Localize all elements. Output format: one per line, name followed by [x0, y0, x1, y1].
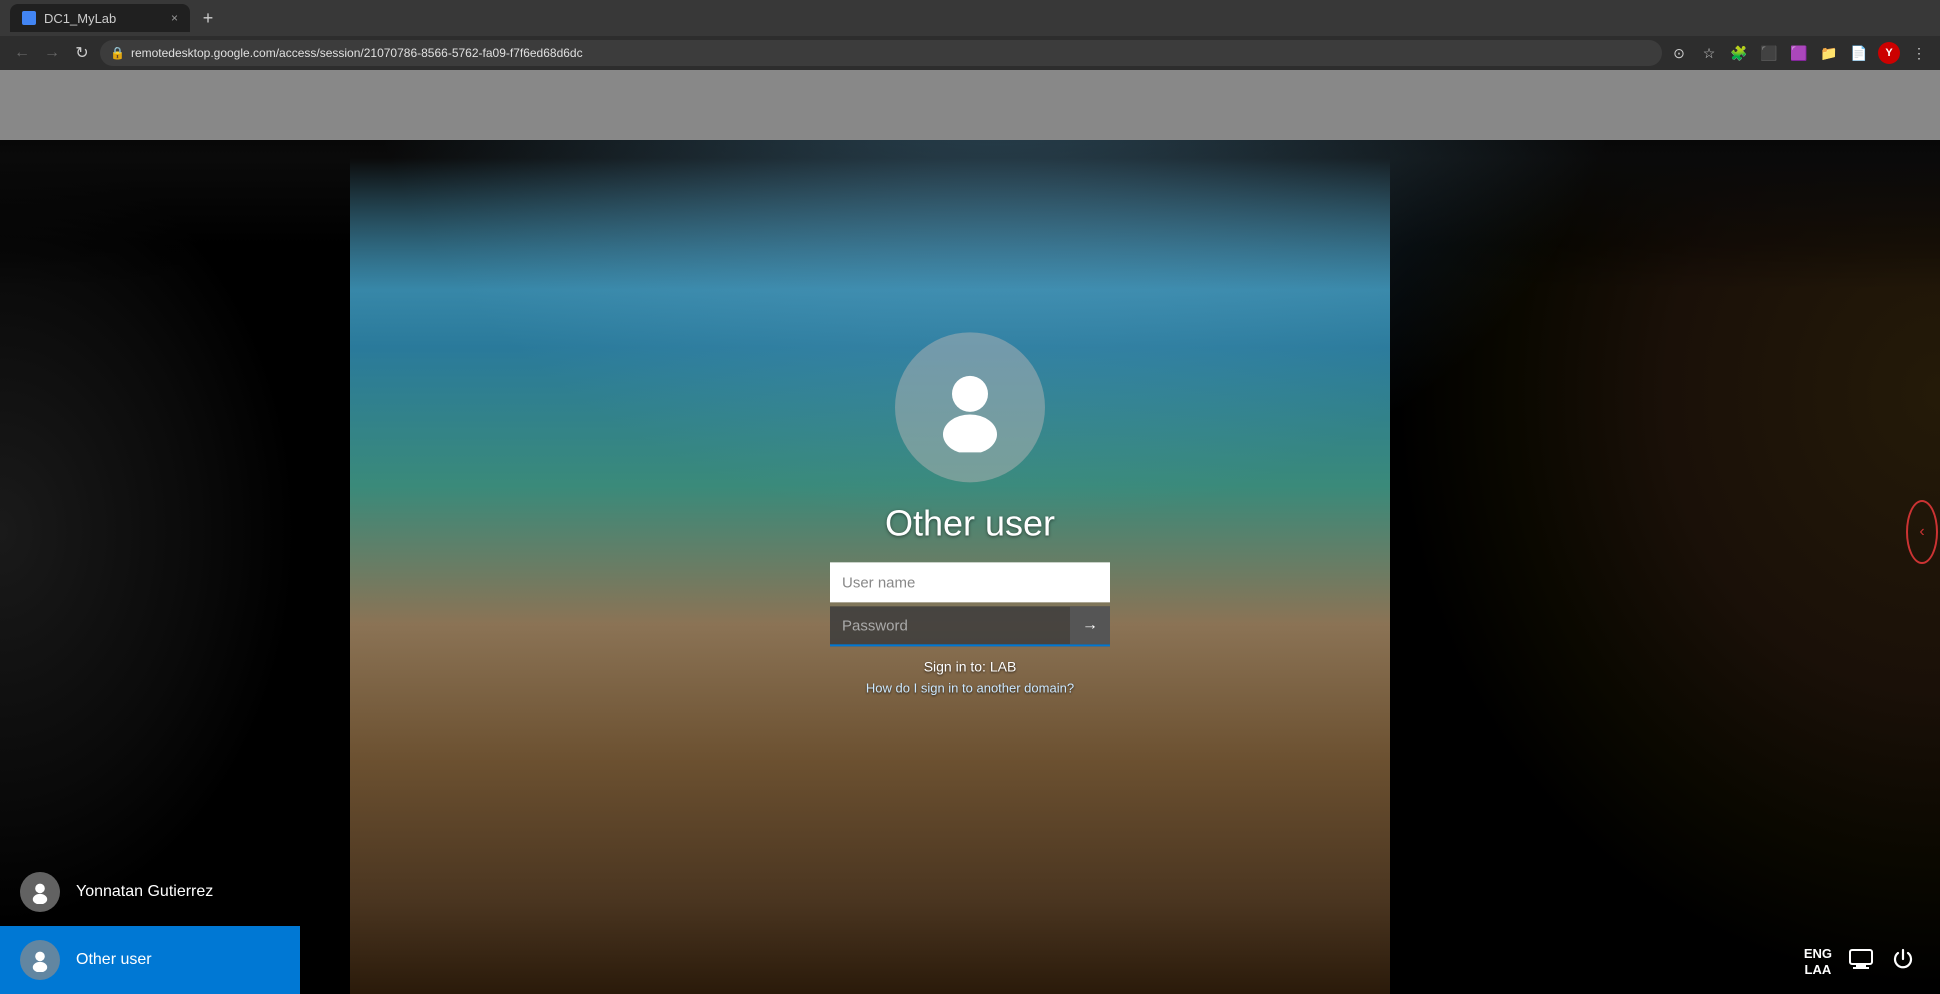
main-content: Other user → Sign in to: LAB How do I si…	[0, 70, 1940, 994]
sign-in-to-label: Sign in to: LAB	[924, 658, 1017, 674]
profile-avatar[interactable]: Y	[1878, 42, 1900, 64]
login-panel: Other user → Sign in to: LAB How do I si…	[810, 332, 1130, 695]
user-switcher: Yonnatan Gutierrez Other user	[0, 858, 300, 994]
forward-button[interactable]: →	[40, 41, 64, 65]
language-line2: LAA	[1805, 962, 1832, 978]
active-tab[interactable]: DC1_MyLab ×	[10, 4, 190, 32]
menu-icon[interactable]: ⋮	[1908, 42, 1930, 64]
user-item-other[interactable]: Other user	[0, 926, 300, 994]
username-input[interactable]	[830, 562, 1110, 602]
another-domain-link[interactable]: How do I sign in to another domain?	[866, 680, 1074, 695]
user-display-name: Other user	[885, 502, 1055, 544]
bookmark-icon[interactable]: ☆	[1698, 42, 1720, 64]
tab-title: DC1_MyLab	[44, 11, 116, 26]
browser-toolbar: ← → ↻ 🔒 remotedesktop.google.com/access/…	[0, 36, 1940, 70]
url-text: remotedesktop.google.com/access/session/…	[131, 46, 583, 60]
language-line1: ENG	[1804, 946, 1832, 962]
language-indicator[interactable]: ENG LAA	[1804, 946, 1832, 977]
remote-desktop-toolbar	[0, 70, 1940, 140]
address-bar[interactable]: 🔒 remotedesktop.google.com/access/sessio…	[100, 40, 1662, 66]
password-submit-button[interactable]: →	[1070, 606, 1110, 644]
back-button[interactable]: ←	[10, 41, 34, 65]
extension4-icon[interactable]: 📁	[1818, 42, 1840, 64]
browser-chrome: DC1_MyLab × + ← → ↻ 🔒 remotedesktop.goog…	[0, 0, 1940, 70]
refresh-button[interactable]: ↻	[70, 41, 94, 65]
new-tab-button[interactable]: +	[196, 6, 220, 30]
power-icon[interactable]	[1890, 946, 1916, 978]
tab-favicon	[22, 11, 36, 25]
tab-close-button[interactable]: ×	[171, 11, 178, 25]
user-thumb-yonnatan	[20, 872, 60, 912]
user-name-other: Other user	[76, 951, 152, 969]
right-edge-chevron: ‹	[1919, 523, 1924, 541]
right-edge-marker: ‹	[1906, 500, 1938, 564]
user-thumb-other	[20, 940, 60, 980]
system-tray: ENG LAA	[1804, 946, 1916, 978]
extension-icon[interactable]: 🧩	[1728, 42, 1750, 64]
password-input[interactable]	[830, 606, 1070, 644]
network-icon[interactable]	[1848, 946, 1874, 978]
tab-bar: DC1_MyLab × +	[0, 0, 1940, 36]
extension2-icon[interactable]: ⬛	[1758, 42, 1780, 64]
extension5-icon[interactable]: 📄	[1848, 42, 1870, 64]
extension3-icon[interactable]: 🟪	[1788, 42, 1810, 64]
toolbar-icons: ⊙ ☆ 🧩 ⬛ 🟪 📁 📄 Y ⋮	[1668, 42, 1930, 64]
user-name-yonnatan: Yonnatan Gutierrez	[76, 883, 213, 901]
user-avatar-circle	[895, 332, 1045, 482]
user-item-yonnatan[interactable]: Yonnatan Gutierrez	[0, 858, 300, 926]
lock-icon: 🔒	[110, 46, 125, 60]
user-avatar-icon	[925, 362, 1015, 452]
password-row: →	[830, 606, 1110, 646]
cast-icon[interactable]: ⊙	[1668, 42, 1690, 64]
